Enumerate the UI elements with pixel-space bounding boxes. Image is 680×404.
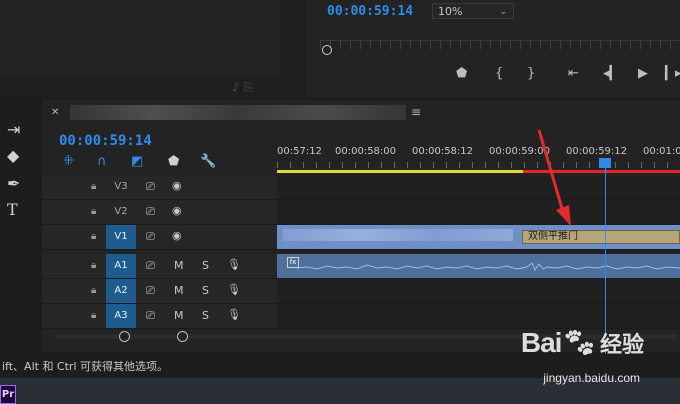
track-name-v2[interactable]: V2: [106, 200, 136, 224]
watermark-suffix: 经验: [599, 332, 644, 357]
nest-icon[interactable]: ⁜: [63, 154, 74, 169]
audio-waveform: [296, 262, 680, 272]
chevron-down-icon: ⌄: [499, 7, 507, 17]
zoom-value: 10%: [438, 5, 463, 18]
premiere-app-icon[interactable]: Pr: [0, 385, 16, 404]
work-area-bar[interactable]: [277, 170, 523, 173]
track-name-v1[interactable]: V1: [106, 225, 136, 249]
timeline-timecode[interactable]: 00:00:59:14: [59, 133, 152, 149]
ruler-label: 00:00:59:00: [489, 146, 551, 157]
marker-icon[interactable]: ⬟: [456, 66, 467, 81]
audio-clip[interactable]: [277, 254, 680, 278]
sync-lock-icon[interactable]: ⎚: [146, 230, 155, 244]
program-timecode[interactable]: 00:00:59:14: [327, 4, 413, 19]
track-header-a1: [42, 254, 277, 279]
eye-icon[interactable]: ◉: [172, 229, 182, 242]
mute-button[interactable]: M: [174, 309, 184, 322]
wrench-icon[interactable]: 🔧: [200, 154, 216, 169]
track-a2[interactable]: [277, 279, 680, 304]
playhead-handle[interactable]: [599, 158, 611, 168]
watermark-url: jingyan.baidu.com: [543, 371, 640, 385]
program-playhead-handle[interactable]: [322, 45, 332, 55]
track-v2[interactable]: [277, 200, 680, 225]
paw-icon: 🐾︎: [561, 327, 597, 358]
ruler-ticks: [277, 162, 680, 168]
add-marker-icon[interactable]: ⬟: [168, 154, 179, 169]
ruler-label: 00:57:12: [277, 146, 322, 157]
program-ruler[interactable]: [320, 40, 680, 49]
step-forward-icon[interactable]: ▎▸: [665, 66, 680, 81]
go-to-in-icon[interactable]: ⇤: [568, 66, 579, 81]
microphone-icon[interactable]: 🎙︎: [227, 258, 241, 271]
zoom-select[interactable]: 10% ⌄: [432, 3, 514, 19]
close-icon[interactable]: ✕: [51, 107, 59, 118]
sequence-tab-title[interactable]: [70, 105, 406, 120]
ruler-label: 00:00:58:12: [412, 146, 474, 157]
track-select-forward-tool-icon[interactable]: ⇥: [7, 120, 20, 139]
track-name-a3[interactable]: A3: [106, 304, 136, 328]
project-panel-content: [0, 0, 280, 76]
solo-button[interactable]: S: [202, 284, 209, 297]
clip-name-blurred: [283, 229, 513, 241]
microphone-icon[interactable]: 🎙︎: [227, 283, 241, 296]
sync-lock-icon[interactable]: ⎚: [146, 284, 155, 298]
microphone-icon[interactable]: 🎙︎: [227, 308, 241, 321]
lock-icon[interactable]: 🔒︎: [91, 206, 96, 217]
sync-lock-icon[interactable]: ⎚: [146, 205, 155, 219]
razor-tool-icon[interactable]: ◆: [7, 146, 19, 165]
ruler-label: 00:01:0: [643, 146, 680, 157]
track-header-v3: [42, 175, 277, 200]
mute-button[interactable]: M: [174, 259, 184, 272]
scrollbar-handle-right[interactable]: [177, 331, 188, 342]
ruler-label: 00:00:58:00: [335, 146, 397, 157]
mute-button[interactable]: M: [174, 284, 184, 297]
track-v3[interactable]: [277, 175, 680, 200]
track-name-v3[interactable]: V3: [106, 175, 136, 199]
transition-clip[interactable]: 双侧平推门: [522, 230, 680, 244]
sync-lock-icon[interactable]: ⎚: [146, 259, 155, 273]
insert-overwrite-icons[interactable]: ♪ ⎘: [232, 80, 253, 95]
fx-badge: fx: [287, 257, 299, 268]
step-back-icon[interactable]: ◂▎: [603, 66, 620, 81]
track-header-a3: [42, 304, 277, 329]
track-header-v1: [42, 225, 277, 250]
eye-icon[interactable]: ◉: [172, 179, 182, 192]
lock-icon[interactable]: 🔒︎: [91, 310, 96, 321]
mark-out-icon[interactable]: }: [527, 66, 535, 81]
tools-panel: [0, 103, 38, 353]
pen-tool-icon[interactable]: ✒: [7, 174, 20, 193]
sync-lock-icon[interactable]: ⎚: [146, 180, 155, 194]
scrollbar-handle-left[interactable]: [119, 331, 130, 342]
type-tool-icon[interactable]: T: [7, 200, 18, 219]
render-bar: [523, 170, 680, 173]
solo-button[interactable]: S: [202, 259, 209, 272]
track-header-v2: [42, 200, 277, 225]
lock-icon[interactable]: 🔒︎: [91, 285, 96, 296]
watermark-main: Bai: [520, 327, 563, 358]
snap-magnet-icon[interactable]: ∩: [97, 154, 107, 169]
track-name-a2[interactable]: A2: [106, 279, 136, 303]
ruler-label: 00:00:59:12: [566, 146, 628, 157]
mark-in-icon[interactable]: {: [495, 66, 503, 81]
track-name-a1[interactable]: A1: [106, 254, 136, 278]
project-panel: ♪ ⎘: [0, 0, 305, 97]
track-header-a2: [42, 279, 277, 304]
eye-icon[interactable]: ◉: [172, 204, 182, 217]
linked-selection-icon[interactable]: ◩: [131, 154, 143, 169]
play-icon[interactable]: ▶: [638, 66, 648, 81]
solo-button[interactable]: S: [202, 309, 209, 322]
lock-icon[interactable]: 🔒︎: [91, 260, 96, 271]
panel-menu-icon[interactable]: ≡: [411, 105, 421, 119]
sync-lock-icon[interactable]: ⎚: [146, 309, 155, 323]
lock-icon[interactable]: 🔒︎: [91, 231, 96, 242]
baidu-watermark: Bai🐾︎ 经验: [521, 326, 644, 359]
lock-icon[interactable]: 🔒︎: [91, 181, 96, 192]
